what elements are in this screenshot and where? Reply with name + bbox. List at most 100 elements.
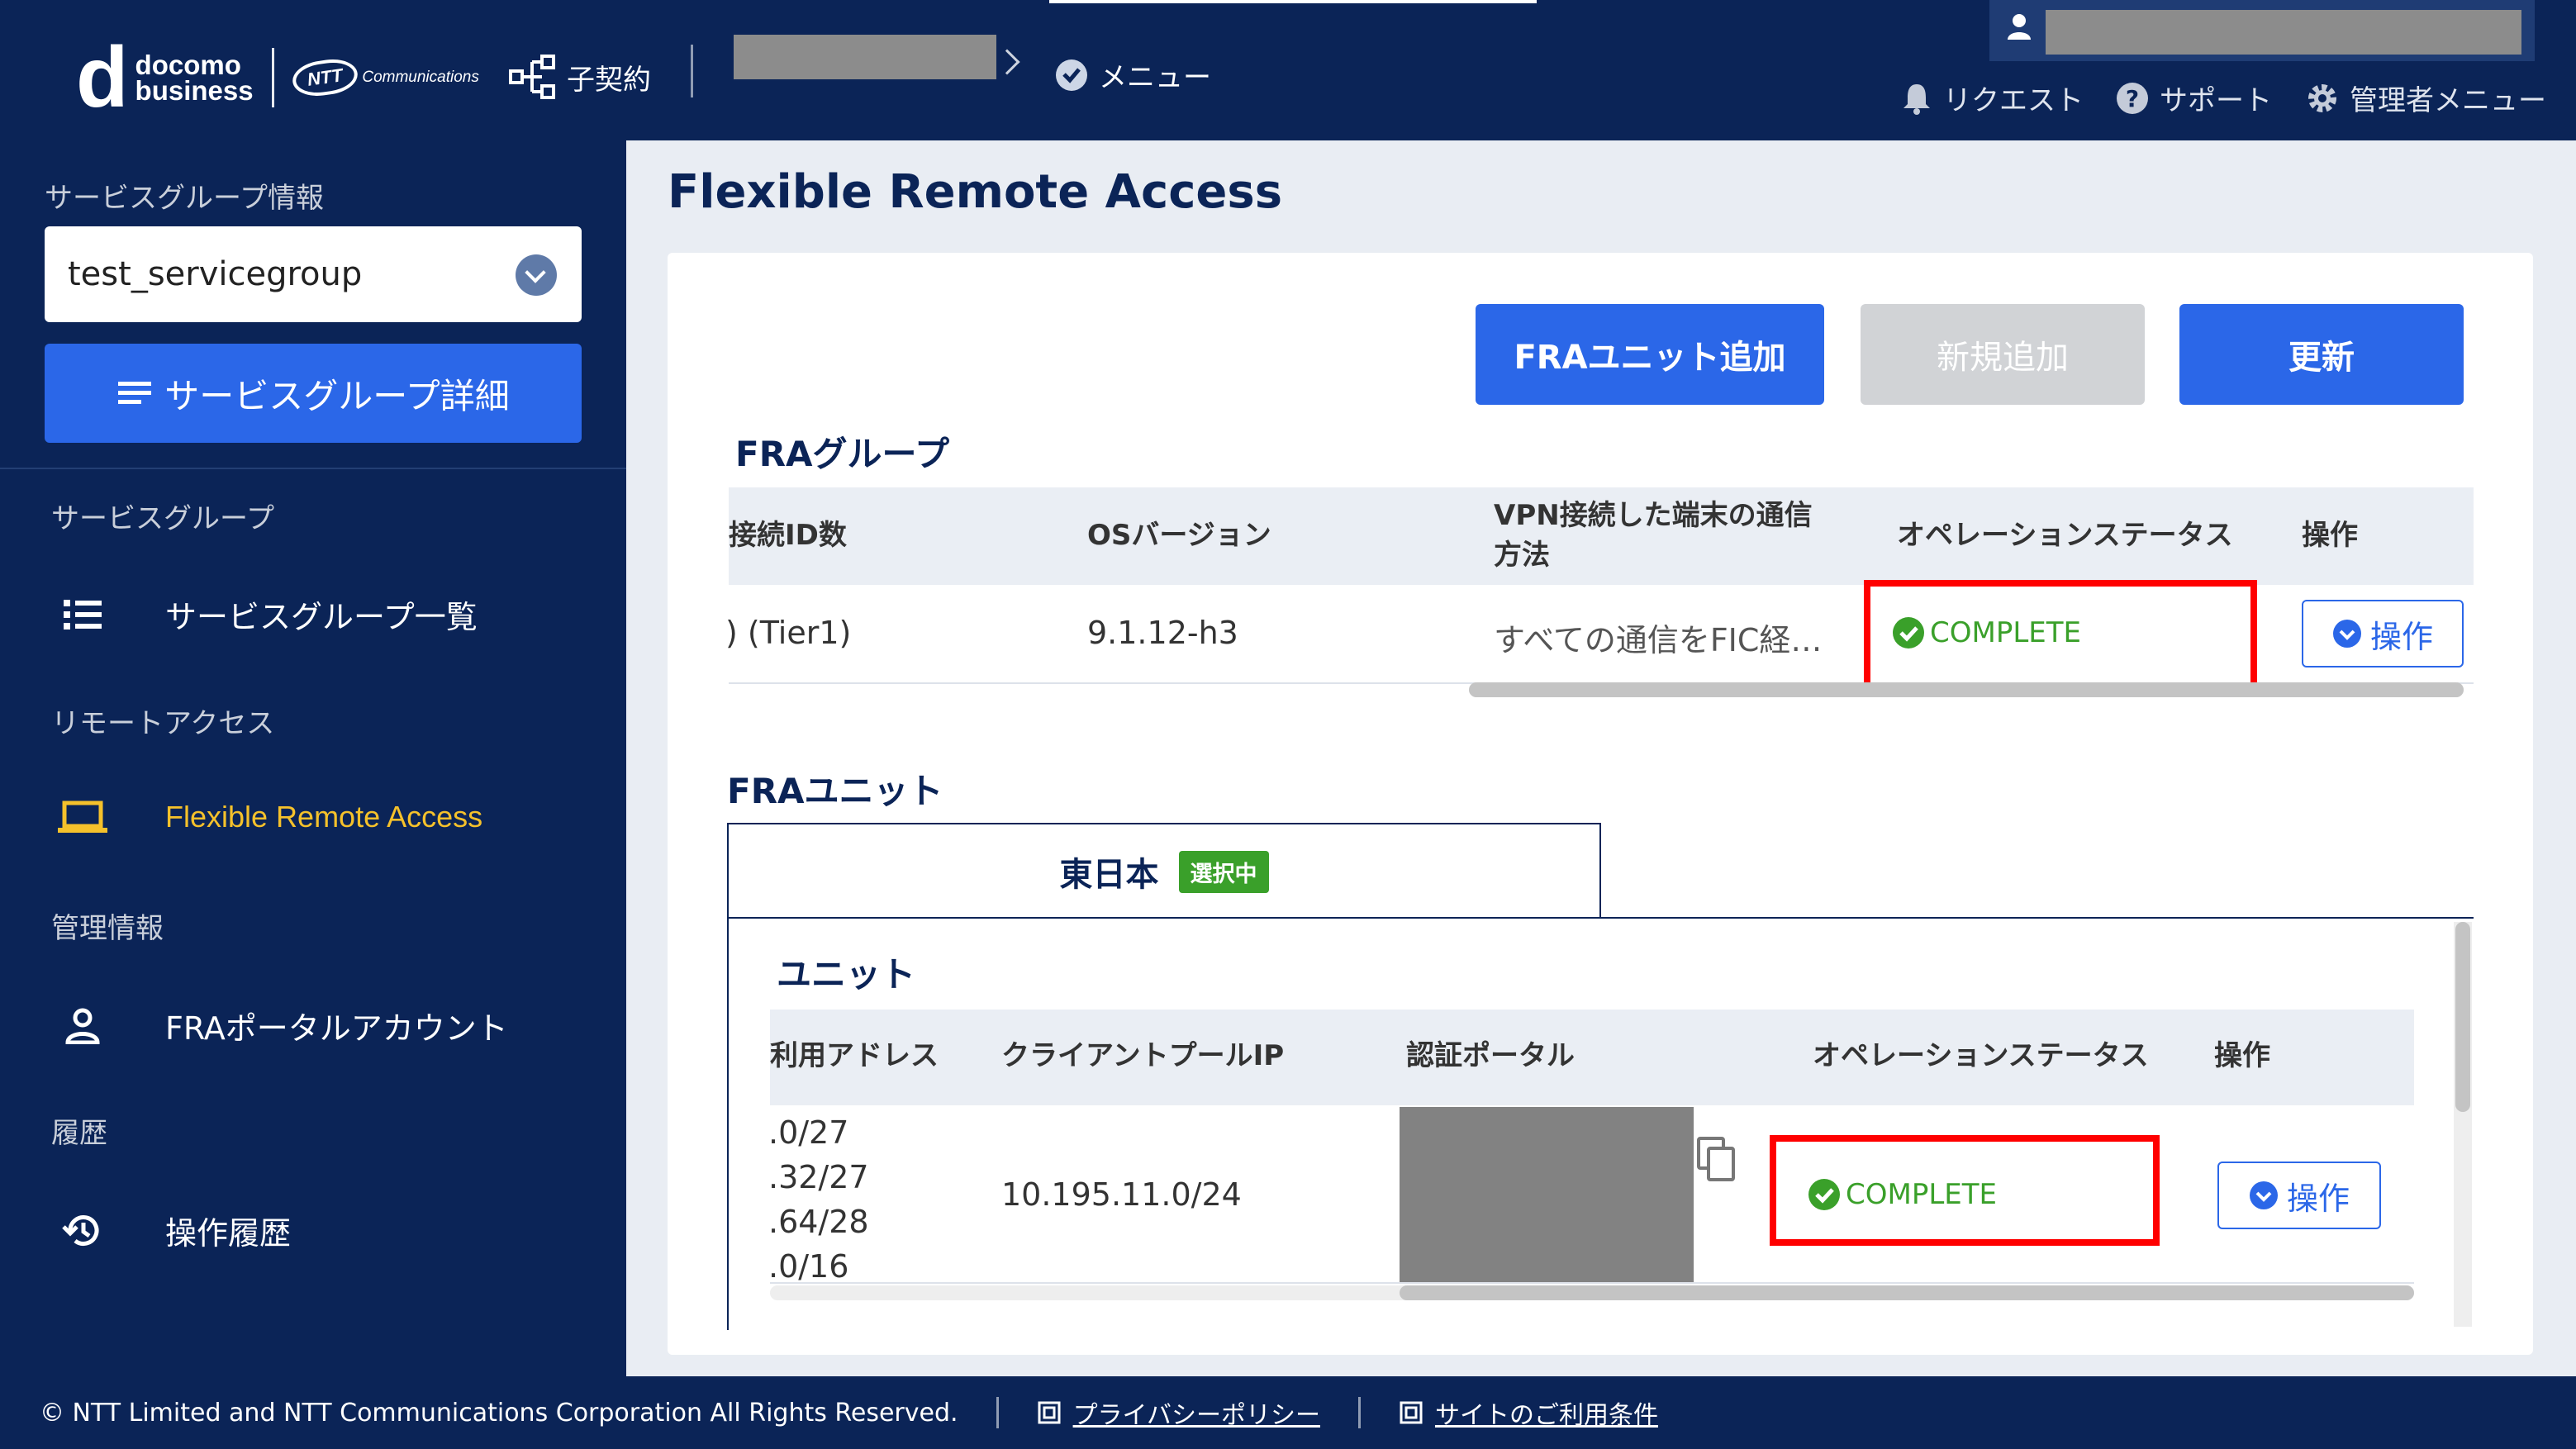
add-new-button[interactable]: 新規追加: [1861, 304, 2145, 405]
redacted-contract-name: [734, 35, 996, 79]
unit-scroll-thumb[interactable]: [1400, 1285, 2414, 1300]
copyright-text: © NTT Limited and NTT Communications Cor…: [40, 1398, 958, 1428]
privacy-policy-link[interactable]: プライバシーポリシー: [1037, 1394, 1320, 1431]
support-label: サポート: [2160, 84, 2272, 117]
cell-connection-ids: ) (Tier1): [725, 615, 852, 651]
tab-east-japan[interactable]: 東日本 選択中: [727, 823, 1601, 919]
logo-wordmark: docomo business: [135, 50, 254, 106]
ntt-communications-logo: NTT Communications: [290, 55, 479, 100]
col-used-address: 利用アドレス: [770, 1039, 939, 1072]
redacted-auth-portal: [1400, 1107, 1694, 1282]
servicegroup-select[interactable]: test_servicegroup: [45, 226, 582, 322]
page-title: Flexible Remote Access: [668, 165, 1283, 219]
cell-os-version: 9.1.12-h3: [1087, 615, 1238, 651]
sidebar: [0, 140, 626, 1376]
footer-separator: [996, 1397, 999, 1428]
sidebar-item-operation-history[interactable]: 操作履歴: [0, 1208, 291, 1253]
sidebar-section-remote-access: リモートアクセス: [51, 707, 275, 740]
gear-icon: [2308, 83, 2336, 112]
admin-menu-link[interactable]: 管理者メニュー: [2305, 78, 2546, 118]
cell-used-addresses: .0/27 .32/27 .64/28 .0/16: [768, 1110, 869, 1289]
sidebar-section-management: 管理情報: [51, 912, 164, 945]
docomo-d-mark: d: [76, 30, 129, 126]
request-link[interactable]: リクエスト: [1900, 78, 2084, 118]
sidebar-section-servicegroup: サービスグループ: [51, 502, 274, 535]
menu-button[interactable]: メニュー: [1054, 55, 1211, 95]
request-label: リクエスト: [1943, 84, 2084, 117]
privacy-policy-label: プライバシーポリシー: [1072, 1401, 1320, 1430]
contract-menu[interactable]: 子契約: [509, 53, 651, 101]
sidebar-divider: [0, 468, 626, 469]
history-icon: [62, 1214, 99, 1246]
col-os-version: OSバージョン: [1087, 519, 1271, 552]
unit-vertical-scroll-thumb[interactable]: [2455, 922, 2470, 1112]
bell-icon: [1903, 83, 1930, 115]
sidebar-item-label: Flexible Remote Access: [165, 800, 483, 834]
sidebar-item-flexible-remote-access[interactable]: Flexible Remote Access: [0, 800, 482, 834]
servicegroup-detail-label: サービスグループ詳細: [164, 375, 510, 416]
svg-text:?: ?: [2126, 85, 2139, 112]
col-client-pool-ip: クライアントプールIP: [1001, 1039, 1285, 1072]
chevron-down-icon: [516, 254, 557, 296]
docomo-business-logo[interactable]: d docomo business NTT Communications: [76, 35, 479, 121]
document-lines-icon: [118, 382, 152, 404]
terms-link[interactable]: サイトのご利用条件: [1399, 1394, 1658, 1431]
sidebar-item-label: サービスグループ一覧: [165, 599, 478, 635]
help-icon: ?: [2117, 82, 2148, 114]
support-link[interactable]: ? サポート: [2115, 78, 2272, 118]
col-connection-ids: 接続ID数: [729, 519, 847, 552]
highlight-box-group-status: [1864, 580, 2257, 691]
chevron-circle-icon: [2249, 1181, 2278, 1209]
col-auth-portal: 認証ポータル: [1406, 1039, 1575, 1072]
chevron-circle-icon: [2332, 620, 2361, 648]
sidebar-item-fra-portal-account[interactable]: FRAポータルアカウント: [0, 1003, 508, 1048]
sidebar-item-label: 操作履歴: [165, 1215, 292, 1252]
address-item: .32/27: [768, 1159, 869, 1195]
servicegroup-select-value: test_servicegroup: [68, 255, 363, 293]
fra-unit-title: FRAユニット: [727, 771, 943, 811]
fra-unit-action-button[interactable]: 操作: [2217, 1162, 2381, 1229]
check-circle-icon: [1056, 59, 1087, 91]
copy-icon[interactable]: [1695, 1135, 1740, 1183]
admin-menu-label: 管理者メニュー: [2350, 84, 2546, 117]
hierarchy-icon: [509, 55, 555, 99]
external-link-icon: [1400, 1401, 1423, 1424]
col-operation-status: オペレーションステータス: [1897, 519, 2233, 552]
address-item: .0/27: [768, 1114, 849, 1151]
person-icon: [65, 1008, 100, 1044]
header-separator: [691, 45, 693, 97]
footer: © NTT Limited and NTT Communications Cor…: [0, 1376, 2576, 1449]
menu-label: メニュー: [1099, 61, 1211, 94]
cell-vpn-method: すべての通信をFIC経…: [1494, 622, 1823, 658]
list-icon: [64, 599, 102, 629]
fra-group-title: FRAグループ: [735, 434, 950, 474]
selected-badge: 選択中: [1178, 850, 1269, 893]
highlight-box-unit-status: [1770, 1135, 2160, 1246]
col-action: 操作: [2214, 1039, 2270, 1072]
refresh-button[interactable]: 更新: [2179, 304, 2464, 405]
unit-title: ユニット: [777, 954, 916, 995]
logo-separator: [271, 48, 274, 107]
user-icon: [2008, 14, 2031, 40]
action-label: 操作: [2286, 1180, 2350, 1217]
add-fra-unit-button[interactable]: FRAユニット追加: [1476, 304, 1824, 405]
col-vpn-method: VPN接続した端末の通信 方法: [1494, 499, 1813, 572]
address-item: .64/28: [768, 1204, 869, 1240]
servicegroup-detail-button[interactable]: サービスグループ詳細: [45, 344, 582, 443]
fra-group-action-button[interactable]: 操作: [2302, 600, 2464, 667]
sidebar-item-servicegroup-list[interactable]: サービスグループ一覧: [0, 591, 478, 637]
sidebar-item-label: FRAポータルアカウント: [165, 1010, 508, 1047]
cell-client-pool-ip: 10.195.11.0/24: [1001, 1176, 1242, 1213]
header-accent-line: [1049, 0, 1537, 3]
laptop-icon: [58, 801, 107, 833]
col-action: 操作: [2302, 519, 2358, 552]
fra-group-scroll-thumb[interactable]: [1469, 682, 2464, 697]
terms-label: サイトのご利用条件: [1434, 1401, 1658, 1430]
col-operation-status: オペレーションステータス: [1813, 1039, 2149, 1072]
sg-info-label: サービスグループ情報: [45, 182, 324, 215]
footer-separator: [1357, 1397, 1361, 1428]
action-label: 操作: [2369, 618, 2433, 655]
contract-label: 子契約: [567, 63, 651, 97]
sidebar-section-history: 履歴: [51, 1117, 107, 1150]
redacted-user-name: [2046, 10, 2521, 55]
